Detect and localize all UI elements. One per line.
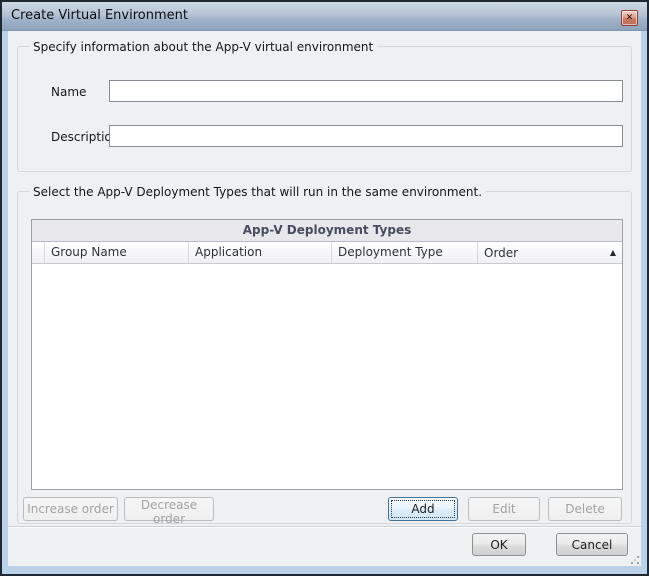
- edit-button[interactable]: Edit: [468, 497, 540, 521]
- name-label: Name: [51, 85, 86, 99]
- add-button[interactable]: Add: [388, 497, 458, 521]
- table-header-row: Group Name Application Deployment Type O…: [32, 242, 622, 264]
- column-header-order[interactable]: Order ▲: [478, 242, 622, 263]
- column-header-application[interactable]: Application: [189, 242, 332, 263]
- delete-button[interactable]: Delete: [548, 497, 622, 521]
- name-input[interactable]: [109, 80, 623, 102]
- column-header-blank[interactable]: [32, 242, 45, 263]
- increase-order-button[interactable]: Increase order: [23, 497, 118, 521]
- column-header-group-name[interactable]: Group Name: [45, 242, 189, 263]
- footer-separator: [8, 526, 641, 528]
- ok-button[interactable]: OK: [472, 533, 526, 556]
- dialog-window: Create Virtual Environment ✕ Specify inf…: [0, 0, 649, 576]
- resize-grip[interactable]: [629, 554, 640, 565]
- info-groupbox: Specify information about the App-V virt…: [17, 46, 632, 172]
- close-button[interactable]: ✕: [621, 10, 638, 26]
- table-body: [32, 264, 622, 489]
- deployment-groupbox: Select the App-V Deployment Types that w…: [17, 191, 632, 524]
- description-input[interactable]: [109, 125, 623, 147]
- sort-ascending-icon: ▲: [610, 248, 616, 257]
- table-title: App-V Deployment Types: [32, 220, 622, 242]
- decrease-order-button[interactable]: Decrease order: [124, 497, 214, 521]
- info-groupbox-label: Specify information about the App-V virt…: [29, 40, 377, 54]
- column-header-order-label: Order: [484, 246, 518, 260]
- deployment-groupbox-label: Select the App-V Deployment Types that w…: [29, 185, 486, 199]
- column-header-deployment-type[interactable]: Deployment Type: [332, 242, 478, 263]
- dialog-content: Specify information about the App-V virt…: [8, 31, 641, 566]
- deployment-types-table: App-V Deployment Types Group Name Applic…: [31, 219, 623, 490]
- close-icon: ✕: [626, 13, 634, 23]
- titlebar[interactable]: Create Virtual Environment ✕: [2, 2, 647, 31]
- window-title: Create Virtual Environment: [11, 8, 188, 23]
- cancel-button[interactable]: Cancel: [556, 533, 628, 556]
